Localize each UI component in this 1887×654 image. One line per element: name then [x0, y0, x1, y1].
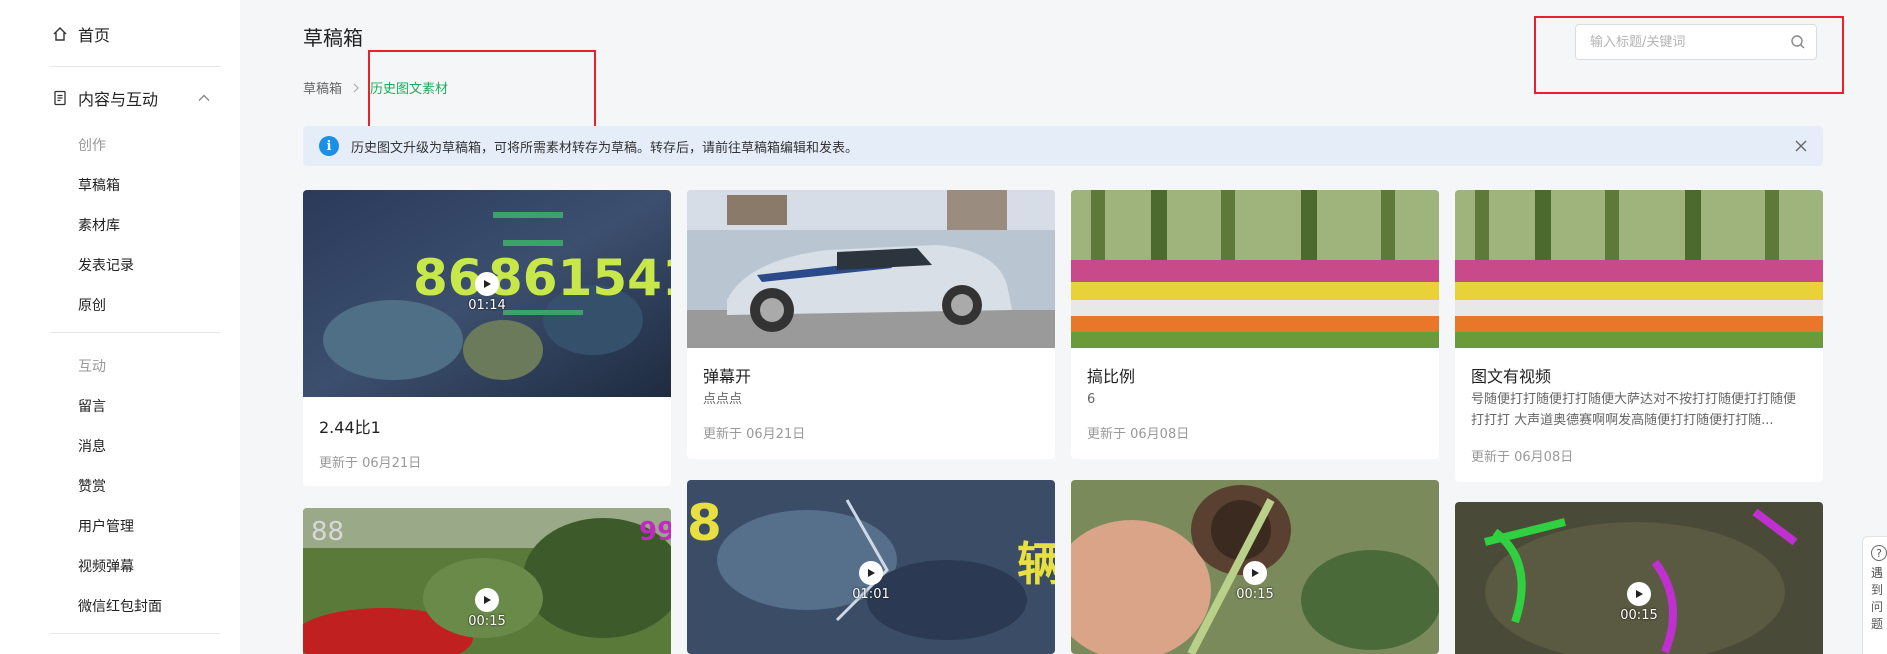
info-icon: i [319, 136, 339, 156]
card-thumbnail: 00:15 [1071, 480, 1439, 654]
card-thumbnail [687, 190, 1055, 348]
help-text: 到 [1871, 583, 1884, 597]
main-content: 草稿箱 草稿箱 历史图文素材 i 历史图文升级为草稿箱，可将所需素材转存为草稿。… [240, 0, 1887, 654]
video-duration: 01:14 [468, 298, 506, 313]
page-title: 草稿箱 [303, 26, 363, 50]
sidebar-item-red-envelope[interactable]: 微信红包封面 [78, 596, 162, 616]
sidebar-item-materials[interactable]: 素材库 [78, 215, 120, 235]
home-icon [53, 27, 67, 41]
card-thumbnail: 8 辆 01:01 [687, 480, 1055, 654]
sidebar: 首页 内容与互动 创作 草稿箱 素材库 发表记录 原创 互动 留言 消息 赞赏 … [0, 0, 240, 654]
notice-text: 历史图文升级为草稿箱，可将所需素材转存为草稿。转存后，请前往草稿箱编辑和发表。 [351, 140, 859, 156]
chevron-up-icon[interactable] [196, 90, 212, 106]
draft-card[interactable]: 00:15 [1071, 480, 1439, 654]
draft-card[interactable]: 00:15 [1455, 502, 1823, 654]
help-text: 问 [1871, 600, 1884, 614]
sidebar-item-home[interactable]: 首页 [52, 22, 110, 46]
card-thumbnail [1071, 190, 1439, 348]
help-text: 遇 [1871, 566, 1884, 580]
card-date: 更新于 06月08日 [1087, 427, 1190, 442]
card-title: 2.44比1 [319, 418, 381, 437]
sidebar-item-messages[interactable]: 消息 [78, 436, 106, 456]
draft-card[interactable]: 86 8615416 01:14 2.44比1 更新于 06月21日 [303, 190, 671, 486]
video-duration: 00:15 [468, 614, 506, 629]
sidebar-item-comments[interactable]: 留言 [78, 396, 106, 416]
sidebar-item-label: 首页 [78, 26, 111, 45]
card-thumbnail: 86 8615416 01:14 [303, 190, 671, 397]
play-icon[interactable] [475, 272, 499, 296]
card-thumbnail: 00:15 [1455, 502, 1823, 654]
highlight-box [1534, 16, 1844, 94]
sidebar-item-publish-records[interactable]: 发表记录 [78, 255, 134, 275]
draft-card[interactable]: 图文有视频 号随便打打随便打打随便大萨达对不按打打随便打打随便打打打 大声道奥德… [1455, 190, 1823, 482]
sidebar-item-drafts[interactable]: 草稿箱 [78, 175, 120, 195]
document-icon [54, 90, 66, 106]
play-icon[interactable] [859, 561, 883, 585]
chevron-right-icon [351, 83, 361, 93]
sidebar-item-rewards[interactable]: 赞赏 [78, 476, 106, 496]
divider [50, 332, 220, 333]
draft-card[interactable]: 弹幕开 点点点 更新于 06月21日 [687, 190, 1055, 459]
help-text: 题 [1871, 617, 1884, 631]
draft-card[interactable]: 搞比例 6 更新于 06月08日 [1071, 190, 1439, 459]
card-thumbnail: 88 99 00:15 [303, 508, 671, 654]
help-float-panel[interactable]: ? 遇 到 问 题 [1862, 536, 1887, 654]
sidebar-group-label: 内容与互动 [78, 90, 159, 109]
sidebar-group-content[interactable]: 内容与互动 [52, 86, 212, 110]
question-icon: ? [1871, 545, 1887, 561]
divider [50, 66, 220, 67]
close-icon[interactable] [1795, 140, 1807, 152]
play-icon[interactable] [475, 588, 499, 612]
thumbnail-overlay-text: 辆 [1017, 537, 1055, 591]
card-title: 搞比例 [1087, 367, 1136, 386]
card-title: 图文有视频 [1471, 367, 1552, 386]
section-title-interact: 互动 [78, 359, 106, 375]
card-description: 号随便打打随便打打随便大萨达对不按打打随便打打随便打打打 大声道奥德赛啊啊发高随… [1471, 392, 1797, 428]
card-description: 6 [1087, 392, 1096, 407]
thumbnail-overlay-text: 88 [311, 517, 344, 547]
video-duration: 00:15 [1236, 587, 1274, 602]
card-thumbnail [1455, 190, 1823, 348]
highlight-box [368, 50, 596, 133]
notice-banner: i 历史图文升级为草稿箱，可将所需素材转存为草稿。转存后，请前往草稿箱编辑和发表… [303, 126, 1823, 166]
breadcrumb-root[interactable]: 草稿箱 [303, 78, 342, 97]
section-title-create: 创作 [78, 138, 106, 154]
draft-card[interactable]: 8 辆 01:01 [687, 480, 1055, 654]
card-date: 更新于 06月21日 [703, 427, 806, 442]
card-title: 弹幕开 [703, 367, 752, 386]
thumbnail-overlay-text: 8 [687, 494, 722, 552]
sidebar-item-users[interactable]: 用户管理 [78, 516, 134, 536]
card-date: 更新于 06月21日 [319, 456, 422, 471]
play-icon[interactable] [1627, 582, 1651, 606]
divider [50, 633, 220, 634]
card-date: 更新于 06月08日 [1471, 450, 1574, 465]
video-duration: 00:15 [1620, 608, 1658, 623]
video-duration: 01:01 [852, 587, 890, 602]
sidebar-item-danmaku[interactable]: 视频弹幕 [78, 556, 134, 576]
play-icon[interactable] [1243, 561, 1267, 585]
thumbnail-overlay-text: 99 [639, 517, 671, 547]
card-description: 点点点 [703, 392, 743, 407]
draft-card[interactable]: 88 99 00:15 [303, 508, 671, 654]
sidebar-item-original[interactable]: 原创 [78, 295, 106, 315]
